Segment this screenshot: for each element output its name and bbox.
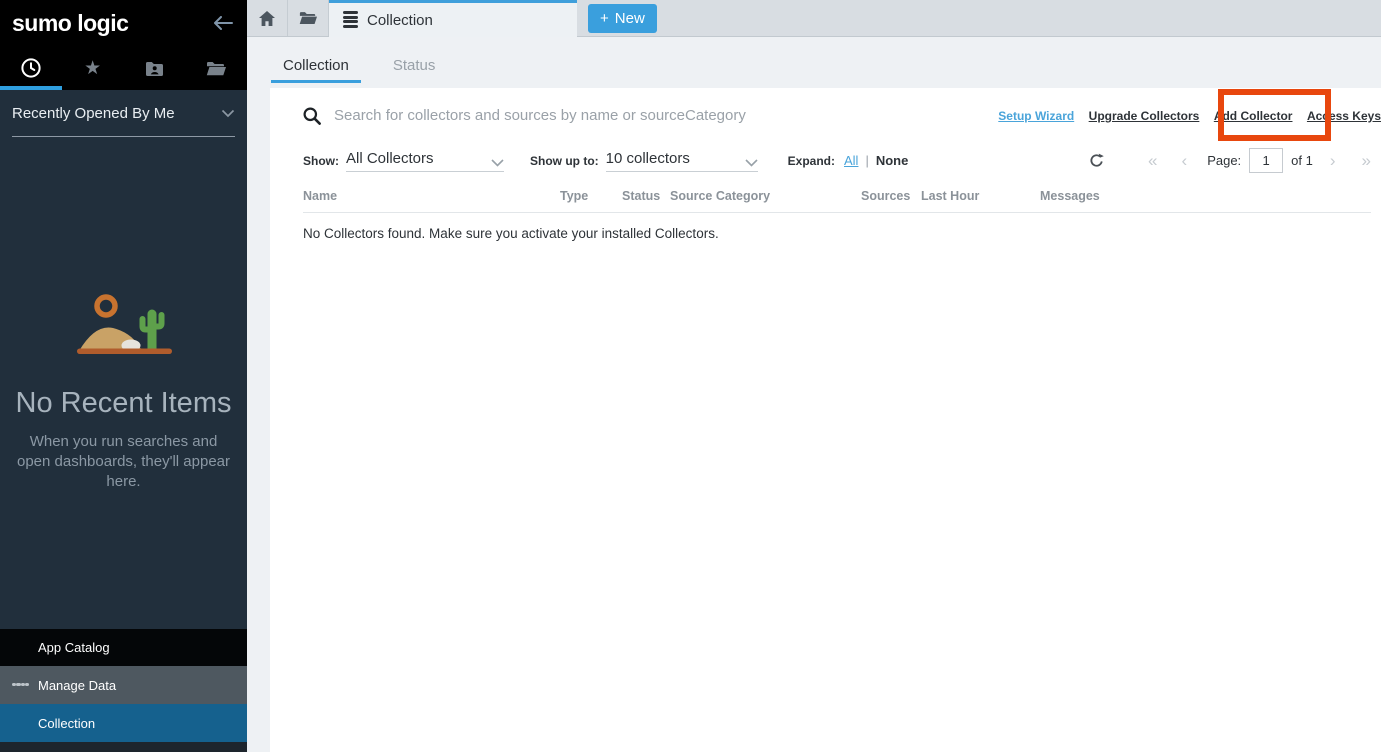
collection-panel: Setup Wizard Upgrade Collectors Add Coll… bbox=[270, 88, 1381, 752]
show-label: Show: bbox=[303, 154, 339, 168]
column-header-type[interactable]: Type bbox=[560, 189, 622, 203]
column-header-messages[interactable]: Messages bbox=[1040, 189, 1130, 203]
folder-user-icon bbox=[145, 61, 164, 76]
pagination-controls: « ‹ Page: of 1 › » bbox=[1089, 148, 1371, 173]
setup-wizard-link[interactable]: Setup Wizard bbox=[998, 109, 1074, 123]
filter-controls-row: Show: All Collectors Show up to: 10 coll… bbox=[303, 144, 1381, 177]
last-page-button[interactable]: » bbox=[1362, 152, 1371, 169]
next-page-button[interactable]: › bbox=[1330, 152, 1336, 169]
page-number-input[interactable] bbox=[1249, 148, 1283, 173]
page-of-label: of 1 bbox=[1291, 153, 1313, 168]
sidebar-tab-personal-folder[interactable] bbox=[124, 46, 186, 90]
tab-collection[interactable]: Collection bbox=[329, 0, 577, 37]
sidebar-tab-library[interactable] bbox=[185, 46, 247, 90]
app-root: sumo logic ★ bbox=[0, 0, 1381, 752]
sidebar-item-app-catalog[interactable]: App Catalog bbox=[0, 629, 247, 666]
sidebar: sumo logic ★ bbox=[0, 0, 247, 752]
search-input[interactable] bbox=[334, 107, 814, 124]
upgrade-collectors-link[interactable]: Upgrade Collectors bbox=[1089, 109, 1200, 123]
database-icon bbox=[12, 683, 29, 688]
recent-filter-dropdown[interactable]: Recently Opened By Me bbox=[12, 90, 235, 137]
column-header-source-category[interactable]: Source Category bbox=[670, 189, 861, 203]
recent-filter-label: Recently Opened By Me bbox=[12, 105, 175, 122]
add-collector-link[interactable]: Add Collector bbox=[1214, 109, 1293, 123]
column-header-last-hour[interactable]: Last Hour bbox=[921, 189, 1040, 203]
home-tab-button[interactable] bbox=[247, 0, 288, 36]
column-header-status[interactable]: Status bbox=[622, 189, 670, 203]
back-arrow-icon bbox=[213, 16, 233, 30]
sidebar-bottom-menu: App Catalog Manage Data Collection bbox=[0, 629, 247, 752]
expand-label: Expand: bbox=[788, 154, 835, 168]
recent-empty-state: No Recent Items When you run searches an… bbox=[0, 289, 247, 491]
expand-none-link[interactable]: None bbox=[876, 153, 909, 168]
sidebar-item-collection[interactable]: Collection bbox=[0, 704, 247, 742]
sidebar-tab-favorites[interactable]: ★ bbox=[62, 46, 124, 90]
folder-open-icon bbox=[299, 11, 317, 25]
column-header-name[interactable]: Name bbox=[303, 189, 560, 203]
show-select-value: All Collectors bbox=[346, 150, 434, 167]
logo-bar: sumo logic bbox=[0, 0, 247, 46]
plus-icon: + bbox=[600, 10, 609, 27]
sidebar-icon-nav: ★ bbox=[0, 46, 247, 90]
show-select[interactable]: All Collectors bbox=[346, 150, 504, 172]
subtab-bar: Collection Status bbox=[247, 37, 1381, 88]
collectors-table-header: Name Type Status Source Category Sources… bbox=[303, 189, 1371, 213]
main-area: Collection + New Collection Status Setup… bbox=[247, 0, 1381, 752]
collapse-sidebar-button[interactable] bbox=[213, 16, 233, 30]
refresh-icon bbox=[1089, 153, 1104, 169]
sidebar-item-manage-data[interactable]: Manage Data bbox=[0, 666, 247, 704]
sidebar-item-label: App Catalog bbox=[38, 640, 110, 655]
subtab-status[interactable]: Status bbox=[381, 57, 448, 83]
refresh-button[interactable] bbox=[1089, 153, 1104, 169]
column-header-sources[interactable]: Sources bbox=[861, 189, 921, 203]
subtab-collection[interactable]: Collection bbox=[271, 57, 361, 83]
active-tab-indicator bbox=[0, 86, 62, 90]
sidebar-menu-filler bbox=[0, 742, 247, 752]
access-keys-link[interactable]: Access Keys bbox=[1307, 109, 1381, 123]
home-icon bbox=[259, 11, 275, 26]
top-tab-bar: Collection + New bbox=[247, 0, 1381, 37]
show-up-to-select[interactable]: 10 collectors bbox=[606, 150, 758, 172]
chevron-down-icon bbox=[745, 159, 758, 167]
chevron-down-icon bbox=[221, 109, 235, 118]
new-button[interactable]: + New bbox=[588, 4, 657, 33]
chevron-down-icon bbox=[491, 159, 504, 167]
page-label: Page: bbox=[1207, 153, 1241, 168]
empty-table-message: No Collectors found. Make sure you activ… bbox=[303, 226, 1381, 241]
show-up-to-label: Show up to: bbox=[530, 154, 599, 168]
new-button-label: New bbox=[615, 10, 645, 27]
clock-icon bbox=[20, 57, 42, 79]
sidebar-tab-recents[interactable] bbox=[0, 46, 62, 90]
first-page-button[interactable]: « bbox=[1148, 152, 1157, 169]
sidebar-item-label: Collection bbox=[38, 716, 95, 731]
show-up-to-select-value: 10 collectors bbox=[606, 150, 690, 167]
toolbar-links: Setup Wizard Upgrade Collectors Add Coll… bbox=[988, 107, 1381, 125]
tab-label: Collection bbox=[367, 12, 433, 29]
empty-state-description: When you run searches and open dashboard… bbox=[14, 432, 234, 491]
prev-page-button[interactable]: ‹ bbox=[1182, 152, 1188, 169]
database-icon bbox=[343, 11, 358, 29]
folder-open-icon bbox=[206, 61, 226, 76]
search-icon bbox=[303, 107, 321, 125]
empty-state-title: No Recent Items bbox=[16, 387, 232, 420]
expand-separator: | bbox=[865, 153, 868, 168]
desert-illustration bbox=[65, 289, 183, 361]
sumo-logic-logo: sumo logic bbox=[12, 10, 128, 37]
sidebar-item-label: Manage Data bbox=[38, 678, 116, 693]
library-tab-button[interactable] bbox=[288, 0, 329, 36]
star-icon: ★ bbox=[84, 59, 101, 78]
expand-all-link[interactable]: All bbox=[844, 153, 858, 168]
